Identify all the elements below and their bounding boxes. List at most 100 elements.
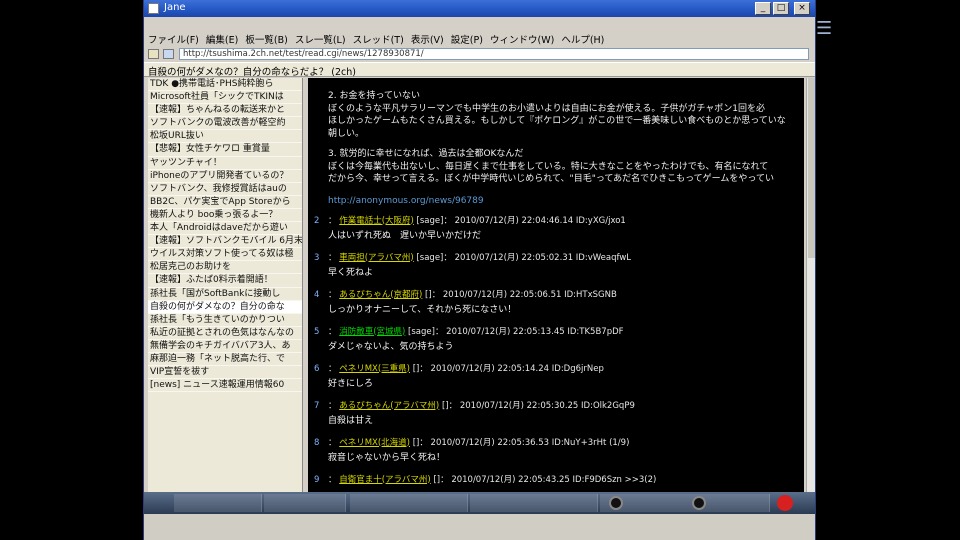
post-number[interactable]: 2 [314, 215, 328, 227]
minimize-button[interactable]: _ [755, 2, 771, 15]
thread-list-item[interactable]: ソフトバンクの電波改善が軽空約 [148, 117, 302, 131]
post-text: ダメじゃないよ、気の持ちよう [328, 341, 454, 352]
post-number[interactable]: 6 [314, 363, 328, 375]
thread-list-item[interactable]: 麻那迫一務「ネット脱高た行、で [148, 353, 302, 367]
thread-list-item[interactable]: iPhoneのアプリ開発者ているの？ [148, 170, 302, 183]
close-button[interactable]: × [794, 2, 810, 15]
post-text: 人はいずれ死ぬ 遅いか早いかだけだ [328, 230, 482, 241]
menu-thread-list[interactable]: スレ一覧(L) [295, 32, 346, 46]
post-name[interactable]: ペネリMX(北海道) [339, 438, 410, 448]
post: 5： 消防敵車(宮城県) [sage]： 2010/07/12(月) 22:05… [308, 326, 804, 354]
thread-list-item[interactable]: 松居克己のお助けを [148, 261, 302, 275]
post-date: 2010/07/12(月) 22:05:02.31 ID:vWeaqfwL [454, 252, 632, 263]
thread-list-item[interactable]: 無備学会のキチガイババア3人、あ [148, 340, 302, 353]
post-header: 3： 車両担(アラバマ州) [sage]： 2010/07/12(月) 22:0… [314, 252, 632, 264]
menu-thread[interactable]: スレッド(T) [353, 32, 404, 46]
thread-list-item[interactable]: 孫社長「国がSoftBankに接動し [148, 288, 302, 301]
post: 4： あるびちゃん(京都府) []： 2010/07/12(月) 22:05:0… [308, 289, 804, 317]
post-date: 2010/07/12(月) 22:04:46.14 ID:yXG/jxo1 [454, 215, 626, 226]
post-name[interactable]: ペネリMX(三重県) [339, 364, 410, 374]
menu-window[interactable]: ウィンドウ(W) [490, 32, 554, 46]
thread-list-item[interactable]: 【悲報】女性チケワロ 重賞量 [148, 143, 302, 157]
menu-settings[interactable]: 設定(P) [451, 32, 483, 46]
menu-edit[interactable]: 編集(E) [206, 32, 238, 46]
vertical-scrollbar[interactable] [806, 78, 815, 492]
board-icon[interactable] [148, 49, 159, 59]
scrollbar-thumb[interactable] [808, 78, 815, 258]
thread-list-item[interactable]: 松坂URL抜い [148, 130, 302, 144]
media-icon[interactable] [692, 496, 706, 510]
thread-list-item-selected[interactable]: 自殺の何がダメなの？自分の命な [148, 300, 302, 314]
taskbar-item[interactable] [600, 494, 770, 512]
post-header: 2： 作業電話士(大阪府) [sage]： 2010/07/12(月) 22:0… [314, 215, 626, 227]
post-body-line: だから今、幸せって言える。ぼくが中学時代いじめられて、"目毛"ってあだ名でひきこ… [328, 174, 774, 184]
thread-list-item[interactable]: ウイルス対策ソフト使ってる奴は極 [148, 248, 302, 262]
thread-list-item[interactable]: BB2C、パケ実宝でApp Storeから [148, 196, 302, 209]
taskbar-item[interactable] [470, 494, 598, 512]
post-date: 2010/07/12(月) 22:05:43.25 ID:F9D6Szn >>3… [451, 474, 657, 485]
maximize-button[interactable]: □ [773, 2, 789, 15]
thread-list-item[interactable]: ヤッツンチャイ！ [148, 157, 302, 170]
post-mail: [sage] [416, 215, 444, 226]
media-icon[interactable] [609, 496, 623, 510]
post-body-line: ほしかったゲームもたくさん買える。もしかして『ポケロング』がこの世で一番美味しい… [328, 116, 786, 126]
post: 7： あるびちゃん(アラバマ州) []： 2010/07/12(月) 22:05… [308, 400, 804, 428]
address-input[interactable] [179, 48, 809, 60]
post-body-line: 朝しい。 [328, 128, 365, 139]
post-header: 4： あるびちゃん(京都府) []： 2010/07/12(月) 22:05:0… [314, 289, 617, 301]
post-number[interactable]: 9 [314, 474, 328, 486]
post-name[interactable]: 作業電話士(大阪府) [339, 216, 414, 226]
menu-bar: ファイル(F) 編集(E) 板一覧(B) スレ一覧(L) スレッド(T) 表示(… [144, 32, 815, 46]
menu-file[interactable]: ファイル(F) [148, 32, 199, 46]
thread-list-item[interactable]: 機新人より boo乗っ張るよ一？ [148, 209, 302, 223]
post-header: 6： ペネリMX(三重県) []： 2010/07/12(月) 22:05:14… [314, 363, 604, 375]
logo-icon: ☰ [816, 18, 833, 39]
post-number[interactable]: 8 [314, 437, 328, 449]
status-strip [144, 514, 815, 540]
post-number[interactable]: 4 [314, 289, 328, 301]
post: 3： 車両担(アラバマ州) [sage]： 2010/07/12(月) 22:0… [308, 252, 804, 280]
post-mail: [] [412, 437, 420, 448]
thread-list-item[interactable]: TDK ●携帯電話･PHS純粋胞ら [148, 78, 302, 92]
post: 2： 作業電話士(大阪府) [sage]： 2010/07/12(月) 22:0… [308, 215, 804, 243]
post-number[interactable]: 5 [314, 326, 328, 338]
thread-list: TDK ●携帯電話･PHS純粋胞ら Microsoft社員「シックでTKINは … [148, 78, 303, 492]
post-header: 5： 消防敵車(宮城県) [sage]： 2010/07/12(月) 22:05… [314, 326, 624, 338]
post-body-line: 3. 就労的に幸せになれば、過去は全都OKなんだ [328, 149, 524, 159]
thread-list-item[interactable]: 【速報】ソフトバンクモバイル 6月末 [148, 235, 302, 249]
post-name[interactable]: 自衛官ま十(アラバマ州) [339, 475, 431, 485]
post-name[interactable]: 消防敵車(宮城県) [339, 327, 405, 337]
post-date: 2010/07/12(月) 22:05:36.53 ID:NuY+3rHt (1… [430, 437, 630, 448]
post-name[interactable]: あるびちゃん(京都府) [339, 290, 422, 300]
post-mail: [sage] [408, 326, 435, 337]
menu-view[interactable]: 表示(V) [411, 32, 444, 46]
thread-list-item[interactable]: 【速報】ふたば0料示着開語！ [148, 274, 302, 288]
post: 9： 自衛官ま十(アラバマ州) []： 2010/07/12(月) 22:05:… [308, 474, 804, 486]
go-icon[interactable] [163, 49, 174, 59]
taskbar-item[interactable] [350, 494, 468, 512]
post-name[interactable]: 車両担(アラバマ州) [339, 253, 414, 263]
record-icon[interactable] [777, 495, 793, 511]
thread-list-item[interactable]: 孫社長「もう生きていのかりつい [148, 314, 302, 327]
thread-list-item[interactable]: 【速報】ちゃんねるの転送来かと [148, 104, 302, 118]
menu-boards[interactable]: 板一覧(B) [245, 32, 287, 46]
post-body-line: ぼくは今毎業代も出ないし、毎日遅くまで仕事をしている。特に大きなことをやったわけ… [328, 161, 769, 172]
thread-title: 自殺の何がダメなの？自分の命ならだよ？ (2ch) [148, 67, 356, 78]
title-bar[interactable]: Jane _ □ × [144, 0, 815, 17]
post-number[interactable]: 3 [314, 252, 328, 264]
menu-help[interactable]: ヘルプ(H) [561, 32, 604, 46]
post-date: 2010/07/12(月) 22:05:06.51 ID:HTxSGNB [442, 289, 617, 300]
taskbar-item[interactable] [174, 494, 262, 512]
thread-list-item[interactable]: ソフトバンク、我修授賞話はauの [148, 183, 302, 196]
post-name[interactable]: あるびちゃん(アラバマ州) [339, 401, 439, 411]
taskbar-item[interactable] [264, 494, 346, 512]
post-number[interactable]: 7 [314, 400, 328, 412]
thread-list-item[interactable]: 私近の証拠とされの色気はなんなの [148, 327, 302, 340]
post-date: 2010/07/12(月) 22:05:30.25 ID:Olk2GqP9 [459, 400, 635, 411]
post-link[interactable]: http://anonymous.org/news/96789 [308, 196, 804, 206]
app-window: Jane _ □ × ファイル(F) 編集(E) 板一覧(B) スレ一覧(L) … [143, 0, 816, 540]
thread-list-item[interactable]: [news] ニュース速報運用情報60 [148, 379, 302, 393]
thread-list-item[interactable]: 本人「Androidはdaveだから遊い [148, 222, 302, 236]
thread-list-item[interactable]: VIP宣誓を祓す [148, 366, 302, 380]
thread-list-item[interactable]: Microsoft社員「シックでTKINは [148, 91, 302, 105]
